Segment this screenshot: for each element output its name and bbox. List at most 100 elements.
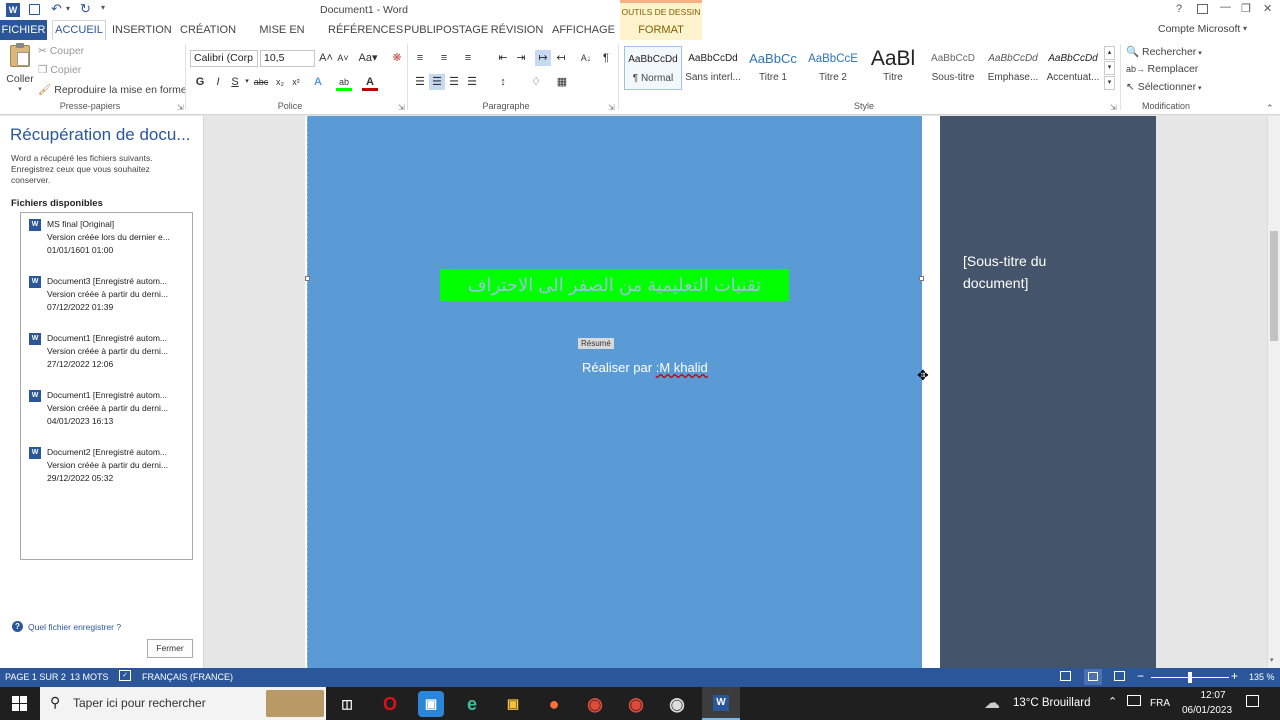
file-explorer-icon[interactable]: ▣: [500, 691, 526, 717]
help-question-icon[interactable]: ?: [12, 621, 23, 632]
styles-launcher-icon[interactable]: ⇲: [1110, 103, 1117, 112]
customize-quick-access-icon[interactable]: ▾: [101, 3, 105, 12]
increase-indent-icon[interactable]: ⇥: [513, 50, 529, 66]
input-language[interactable]: FRA: [1150, 698, 1170, 709]
tab-home[interactable]: ACCUEIL: [52, 20, 106, 41]
italic-icon[interactable]: I: [210, 74, 226, 90]
justify-icon[interactable]: ☰: [464, 74, 480, 90]
clipboard-launcher-icon[interactable]: ⇲: [177, 103, 184, 112]
scroll-down-icon[interactable]: ▾: [1270, 656, 1274, 664]
undo-icon[interactable]: ↶: [51, 1, 62, 17]
tab-mailings[interactable]: PUBLIPOSTAGE: [404, 22, 488, 40]
selection-handle[interactable]: [305, 276, 310, 281]
tab-format[interactable]: FORMAT: [620, 22, 702, 40]
cover-right-panel[interactable]: [940, 116, 1156, 668]
weather-text[interactable]: 13°C Brouillard: [1013, 697, 1090, 709]
firefox-icon[interactable]: ●: [541, 691, 567, 717]
restore-button[interactable]: ❐: [1241, 2, 1251, 15]
zoom-slider-thumb[interactable]: [1188, 672, 1192, 683]
styles-scroll-down-icon[interactable]: ▾: [1104, 61, 1115, 75]
tab-view[interactable]: AFFICHAGE: [552, 22, 615, 40]
page-count[interactable]: PAGE 1 SUR 2: [5, 672, 66, 682]
decrease-indent-icon[interactable]: ⇤: [495, 50, 511, 66]
web-layout-icon[interactable]: [1114, 671, 1125, 681]
account-dropdown-icon[interactable]: ▾: [1243, 24, 1247, 33]
chrome-icon[interactable]: ◉: [623, 691, 649, 717]
close-button[interactable]: ✕: [1263, 2, 1272, 15]
font-launcher-icon[interactable]: ⇲: [398, 103, 405, 112]
style-title[interactable]: AaBl Titre: [864, 46, 922, 90]
recovered-file-item[interactable]: W Document1 [Enregistré autom... Version…: [29, 389, 211, 428]
word-logo-icon[interactable]: W: [6, 3, 20, 17]
borders-icon[interactable]: ▦: [554, 74, 570, 90]
close-recovery-button[interactable]: Fermer: [147, 639, 193, 658]
format-painter-button[interactable]: 🖌 Reproduire la mise en forme: [38, 83, 187, 96]
help-icon[interactable]: ?: [1176, 3, 1182, 15]
recovered-file-item[interactable]: W MS final [Original] Version créée lors…: [29, 218, 211, 257]
document-subtitle[interactable]: [Sous-titre du document]: [963, 250, 1103, 294]
strikethrough-icon[interactable]: abc: [252, 74, 270, 90]
superscript-icon[interactable]: x²: [288, 74, 304, 90]
sort-icon[interactable]: A↓: [578, 50, 594, 66]
zoom-level[interactable]: 135 %: [1249, 672, 1275, 682]
zoom-out-icon[interactable]: −: [1137, 669, 1144, 683]
edge-icon[interactable]: e: [459, 691, 485, 717]
styles-more-icon[interactable]: ▾: [1104, 76, 1115, 90]
font-size-combo[interactable]: 10,5: [260, 50, 315, 67]
collapse-ribbon-icon[interactable]: ⌃: [1266, 103, 1274, 114]
tab-design[interactable]: CRÉATION: [180, 22, 236, 40]
paragraph-launcher-icon[interactable]: ⇲: [608, 103, 615, 112]
style-normal[interactable]: AaBbCcDd ¶ Normal: [624, 46, 682, 90]
text-effects-icon[interactable]: A: [310, 74, 326, 90]
recovered-file-item[interactable]: W Document2 [Enregistré autom... Version…: [29, 446, 211, 485]
network-icon[interactable]: [1127, 695, 1141, 706]
redo-icon[interactable]: ↻: [80, 1, 91, 17]
line-spacing-icon[interactable]: ↕: [495, 74, 511, 90]
font-color-icon[interactable]: A: [362, 74, 378, 91]
recovered-file-item[interactable]: W Document3 [Enregistré autom... Version…: [29, 275, 211, 314]
numbering-icon[interactable]: ≡: [436, 50, 452, 66]
store-icon[interactable]: ▣: [418, 691, 444, 717]
taskbar-search-box[interactable]: ⚲ Taper ici pour rechercher: [40, 687, 326, 720]
shading-icon[interactable]: ♢: [528, 74, 544, 90]
windows-start-icon[interactable]: [12, 696, 28, 712]
style-heading-2[interactable]: AaBbCcE Titre 2: [804, 46, 862, 90]
style-heading-1[interactable]: AaBbCc Titre 1: [744, 46, 802, 90]
word-taskbar-icon[interactable]: W: [702, 687, 740, 720]
style-intense-emphasis[interactable]: AaBbCcDd Accentuat...: [1044, 46, 1102, 90]
shrink-font-icon[interactable]: A˅: [335, 50, 351, 66]
abstract-tag[interactable]: Résumé: [578, 338, 614, 349]
document-title-arabic[interactable]: تقنيات التعليمية من الصفر الى الاحتراف: [440, 269, 789, 301]
read-mode-icon[interactable]: [1060, 671, 1071, 681]
vertical-scrollbar[interactable]: ▾: [1267, 116, 1280, 668]
highlight-color-icon[interactable]: ab: [336, 74, 352, 91]
clock-date[interactable]: 06/01/2023: [1178, 705, 1236, 716]
ltr-direction-icon[interactable]: ↦: [535, 50, 551, 66]
which-file-to-save-link[interactable]: Quel fichier enregistrer ?: [28, 622, 121, 632]
change-case-icon[interactable]: Aa▾: [357, 50, 379, 66]
clear-formatting-icon[interactable]: ❋: [389, 50, 405, 66]
subscript-icon[interactable]: x₂: [272, 74, 288, 90]
bullets-icon[interactable]: ≡: [412, 50, 428, 66]
select-button[interactable]: ↖ Sélectionner ▾: [1126, 81, 1202, 93]
paste-button[interactable]: Coller ▾: [6, 43, 34, 99]
tab-insert[interactable]: INSERTION: [112, 22, 172, 40]
notification-icon[interactable]: [1246, 695, 1259, 707]
author-line[interactable]: Réaliser par :M khalid: [582, 360, 708, 375]
tab-review[interactable]: RÉVISION: [490, 22, 544, 40]
style-subtitle[interactable]: AaBbCcD Sous-titre: [924, 46, 982, 90]
proofing-icon[interactable]: ✓: [119, 670, 131, 681]
align-left-icon[interactable]: ☰: [412, 74, 428, 90]
show-marks-icon[interactable]: ¶: [598, 50, 614, 66]
show-hidden-icons-icon[interactable]: ⌃: [1108, 695, 1117, 708]
multilevel-list-icon[interactable]: ≡: [460, 50, 476, 66]
style-subtle-emphasis[interactable]: AaBbCcDd Emphase...: [984, 46, 1042, 90]
scrollbar-thumb[interactable]: [1270, 231, 1278, 341]
account-link[interactable]: Compte Microsoft: [1158, 23, 1240, 35]
selection-handle[interactable]: [919, 276, 924, 281]
print-layout-icon[interactable]: [1084, 669, 1102, 685]
undo-dropdown-icon[interactable]: ▾: [66, 4, 70, 13]
chrome-icon[interactable]: ◉: [582, 691, 608, 717]
save-icon[interactable]: [29, 4, 40, 15]
rtl-direction-icon[interactable]: ↤: [553, 50, 569, 66]
